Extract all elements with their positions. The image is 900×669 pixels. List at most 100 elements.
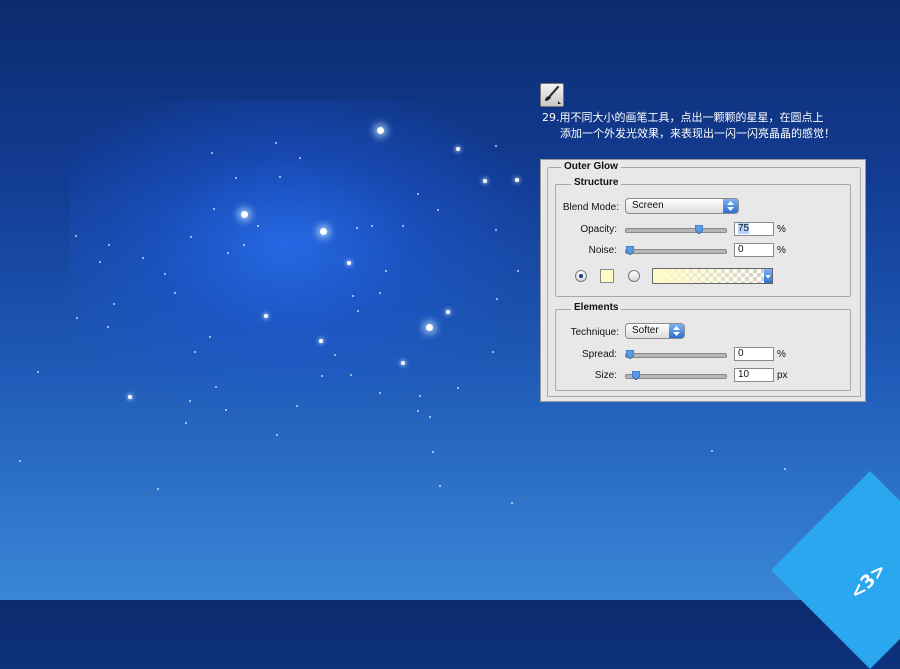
spread-unit: % — [777, 349, 786, 360]
star — [142, 257, 144, 259]
star — [350, 374, 352, 376]
star — [439, 485, 441, 487]
noise-slider-thumb[interactable] — [626, 246, 634, 255]
star — [99, 261, 101, 263]
star — [385, 270, 387, 272]
size-unit: px — [777, 370, 788, 381]
star — [457, 387, 459, 389]
star — [299, 157, 301, 159]
noise-slider[interactable] — [625, 246, 727, 255]
star — [429, 416, 431, 418]
star — [264, 314, 268, 318]
spread-slider[interactable] — [625, 350, 727, 359]
star — [432, 451, 434, 453]
star — [209, 336, 211, 338]
size-slider-thumb[interactable] — [632, 371, 640, 380]
star — [446, 310, 450, 314]
star — [113, 303, 115, 305]
blend-mode-label: Blend Mode: — [562, 202, 619, 213]
brush-tool-button[interactable] — [540, 83, 564, 107]
star — [275, 142, 277, 144]
background-glow — [70, 100, 550, 420]
opacity-unit: % — [777, 224, 786, 235]
star — [379, 292, 381, 294]
spread-label: Spread: — [581, 349, 617, 360]
star — [107, 326, 109, 328]
star — [157, 488, 159, 490]
noise-input[interactable]: 0 — [734, 243, 774, 257]
star — [19, 460, 21, 462]
star — [492, 351, 494, 353]
solid-color-radio[interactable] — [575, 270, 587, 282]
star — [402, 225, 404, 227]
spread-value: 0 — [738, 348, 744, 359]
star — [189, 400, 191, 402]
star — [108, 244, 110, 246]
star — [352, 295, 354, 297]
size-value: 10 — [738, 369, 750, 380]
star — [417, 410, 419, 412]
star — [495, 145, 497, 147]
star — [376, 126, 384, 134]
star — [347, 261, 351, 265]
glow-color-swatch[interactable] — [600, 269, 614, 283]
star — [371, 225, 373, 227]
spread-slider-thumb[interactable] — [626, 350, 634, 359]
star — [240, 210, 248, 218]
outer-glow-title: Outer Glow — [561, 161, 621, 172]
glow-gradient-picker[interactable] — [652, 268, 773, 284]
star — [164, 273, 166, 275]
star — [321, 375, 323, 377]
opacity-input[interactable]: 75 — [734, 222, 774, 236]
star — [784, 468, 786, 470]
technique-label: Technique: — [570, 327, 619, 338]
updown-arrows-icon — [669, 324, 684, 338]
step-line-1: 29.用不同大小的画笔工具，点出一颗颗的星星，在圆点上 — [542, 111, 824, 124]
star — [319, 339, 323, 343]
opacity-label: Opacity: — [580, 224, 617, 235]
star — [194, 351, 196, 353]
star — [296, 405, 298, 407]
size-slider[interactable] — [625, 371, 727, 380]
star — [356, 227, 358, 229]
star — [235, 177, 237, 179]
star — [215, 386, 217, 388]
star — [425, 323, 433, 331]
outer-glow-panel: Outer Glow Structure Blend Mode: Screen … — [540, 159, 866, 402]
gradient-radio[interactable] — [628, 270, 640, 282]
noise-label: Noise: — [588, 245, 617, 256]
size-input[interactable]: 10 — [734, 368, 774, 382]
opacity-value: 75 — [738, 223, 750, 234]
star — [257, 225, 259, 227]
step-line-2: 添加一个外发光效果，来表现出一闪一闪亮晶晶的感觉！ — [560, 127, 835, 140]
dropdown-arrow-icon — [764, 269, 772, 283]
star — [128, 395, 132, 399]
star — [75, 235, 77, 237]
star — [276, 434, 278, 436]
star — [319, 227, 327, 235]
opacity-slider[interactable] — [625, 225, 727, 234]
spread-input[interactable]: 0 — [734, 347, 774, 361]
star — [711, 450, 713, 452]
size-label: Size: — [594, 370, 617, 381]
technique-select[interactable]: Softer — [625, 323, 685, 339]
star — [213, 208, 215, 210]
star — [515, 178, 519, 182]
updown-arrows-icon — [723, 199, 738, 213]
star — [483, 179, 487, 183]
star — [517, 270, 519, 272]
star — [496, 298, 498, 300]
star — [185, 422, 187, 424]
structure-legend: Structure — [571, 177, 622, 188]
star — [379, 392, 381, 394]
noise-value: 0 — [738, 244, 744, 255]
star — [511, 502, 513, 504]
blend-mode-select[interactable]: Screen — [625, 198, 739, 214]
star — [419, 395, 421, 397]
brush-icon — [545, 85, 561, 104]
star — [279, 176, 281, 178]
elements-legend: Elements — [571, 302, 622, 313]
opacity-slider-thumb[interactable] — [695, 225, 703, 234]
star — [357, 310, 359, 312]
star — [437, 209, 439, 211]
